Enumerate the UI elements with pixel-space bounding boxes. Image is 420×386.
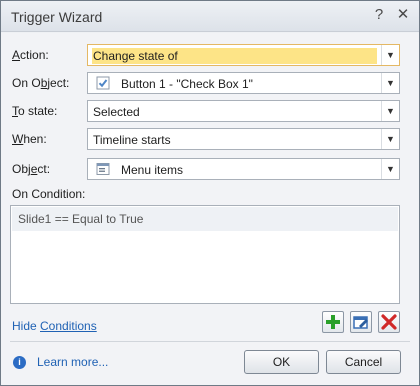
dialog-body: Action: Change state of ▼ On Object: But… [1, 33, 419, 385]
to-state-combo[interactable]: Selected ▼ [87, 100, 400, 122]
edit-icon [353, 316, 368, 329]
delete-condition-button[interactable] [378, 311, 400, 333]
when-combo[interactable]: Timeline starts ▼ [87, 128, 400, 150]
delete-icon [381, 314, 397, 330]
when-row: When: Timeline starts ▼ [1, 128, 419, 150]
close-button[interactable]: ✕ [394, 7, 412, 25]
when-label: When: [12, 132, 47, 146]
object-value: Menu items [121, 163, 184, 177]
object-combo[interactable]: Menu items ▼ [87, 158, 400, 180]
learn-more-link[interactable]: Learn more... [37, 355, 108, 369]
info-icon: i [13, 356, 26, 369]
ok-button[interactable]: OK [244, 350, 319, 374]
edit-condition-button[interactable] [350, 311, 372, 333]
conditions-list[interactable]: Slide1 == Equal to True [10, 205, 400, 304]
chevron-down-icon[interactable]: ▼ [381, 159, 399, 179]
on-object-row: On Object: Button 1 - "Check Box 1" ▼ [1, 72, 419, 94]
checkbox-icon [96, 76, 110, 90]
title-bar: Trigger Wizard ? ✕ [1, 1, 419, 32]
to-state-row: To state: Selected ▼ [1, 100, 419, 122]
action-label: Action: [12, 48, 49, 62]
chevron-down-icon[interactable]: ▼ [381, 101, 399, 121]
trigger-wizard-dialog: Trigger Wizard ? ✕ Action: Change state … [0, 0, 420, 386]
on-object-value: Button 1 - "Check Box 1" [121, 77, 253, 91]
dialog-title: Trigger Wizard [11, 9, 103, 25]
object-label: Object: [12, 162, 51, 176]
action-row: Action: Change state of ▼ [1, 44, 419, 66]
chevron-down-icon[interactable]: ▼ [381, 129, 399, 149]
list-item[interactable]: Slide1 == Equal to True [12, 207, 398, 231]
add-condition-button[interactable] [322, 311, 344, 333]
chevron-down-icon[interactable]: ▼ [381, 73, 399, 93]
cancel-button[interactable]: Cancel [326, 350, 401, 374]
menu-items-icon [96, 163, 110, 175]
chevron-down-icon[interactable]: ▼ [381, 45, 399, 65]
action-combo[interactable]: Change state of ▼ [87, 44, 400, 66]
to-state-label: To state: [12, 104, 58, 118]
on-object-label: On Object: [12, 76, 70, 90]
footer-divider [10, 341, 410, 342]
plus-icon [326, 315, 340, 329]
on-object-combo[interactable]: Button 1 - "Check Box 1" ▼ [87, 72, 400, 94]
on-condition-label: On Condition: [12, 187, 86, 201]
hide-conditions-link[interactable]: Hide Conditions [12, 319, 97, 333]
when-value: Timeline starts [93, 133, 171, 147]
help-button[interactable]: ? [370, 7, 388, 25]
action-value: Change state of [92, 48, 377, 64]
object-row: Object: Menu items ▼ [1, 158, 419, 180]
to-state-value: Selected [93, 105, 140, 119]
